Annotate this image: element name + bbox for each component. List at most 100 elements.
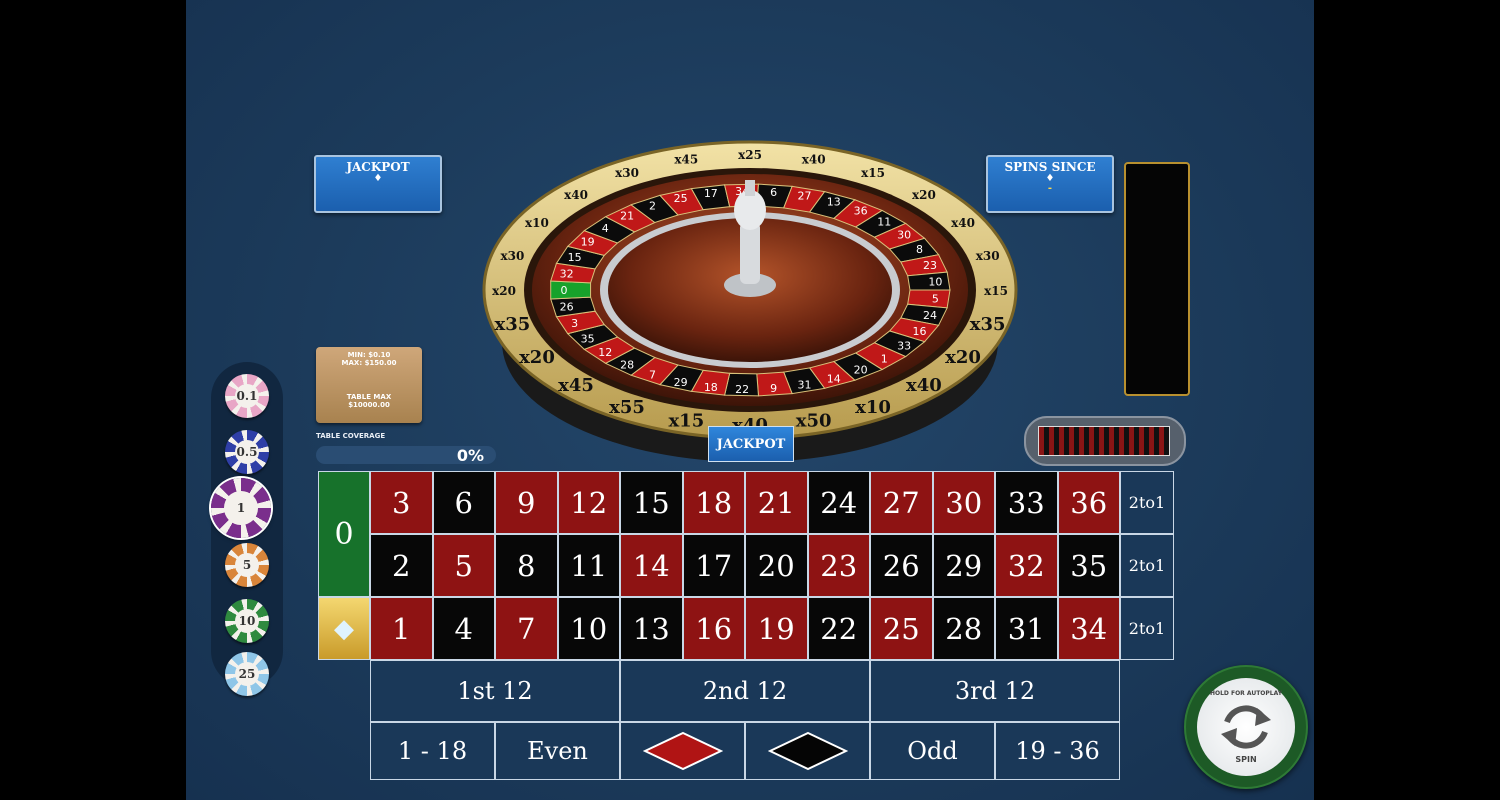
multiplier-label: x45 bbox=[674, 153, 698, 167]
column-bet-3[interactable]: 2to1 bbox=[1120, 597, 1174, 660]
diamond-jackpot-cell[interactable]: ◆ bbox=[318, 597, 370, 660]
table-max-value: $10000.00 bbox=[348, 401, 390, 409]
number-cell-24[interactable]: 24 bbox=[807, 471, 870, 534]
number-cell-5[interactable]: 5 bbox=[432, 534, 495, 597]
chip-0-5[interactable]: 0.5 bbox=[225, 430, 269, 474]
number-cell-31[interactable]: 31 bbox=[995, 597, 1058, 660]
number-cell-13[interactable]: 13 bbox=[620, 597, 683, 660]
spin-button-face: HOLD FOR AUTOPLAY SPIN bbox=[1197, 678, 1295, 776]
chip-1[interactable]: 1 bbox=[211, 478, 271, 538]
number-cell-25[interactable]: 25 bbox=[870, 597, 933, 660]
multiplier-label: x40 bbox=[564, 188, 588, 202]
jackpot-panel: JACKPOT ♦ bbox=[314, 155, 442, 213]
even-money-bet-odd[interactable]: Odd bbox=[870, 722, 995, 780]
wheel-pocket-number: 27 bbox=[797, 189, 811, 202]
dozen-bet-3[interactable]: 3rd 12 bbox=[870, 660, 1120, 722]
wheel-pocket-number: 20 bbox=[854, 364, 868, 377]
number-cell-33[interactable]: 33 bbox=[995, 471, 1058, 534]
number-cell-2[interactable]: 2 bbox=[370, 534, 433, 597]
number-cell-15[interactable]: 15 bbox=[620, 471, 683, 534]
chip-value: 0.5 bbox=[234, 439, 260, 465]
diamond-icon: ◆ bbox=[334, 613, 354, 644]
number-cell-16[interactable]: 16 bbox=[682, 597, 745, 660]
chip-0-1[interactable]: 0.1 bbox=[225, 374, 269, 418]
even-money-bet-1-18[interactable]: 1 - 18 bbox=[370, 722, 495, 780]
chip-10[interactable]: 10 bbox=[225, 599, 269, 643]
number-cell-30[interactable]: 30 bbox=[932, 471, 995, 534]
number-cell-17[interactable]: 17 bbox=[682, 534, 745, 597]
number-cell-20[interactable]: 20 bbox=[745, 534, 808, 597]
diamond-icon: ♦ bbox=[373, 173, 383, 184]
multiplier-label: x40 bbox=[906, 375, 942, 396]
column-bet-1[interactable]: 2to1 bbox=[1120, 471, 1174, 534]
multiplier-label: x10 bbox=[525, 216, 549, 230]
roulette-wheel: 5241633120143192218297281235326032151942… bbox=[482, 140, 1018, 462]
chip-25[interactable]: 25 bbox=[225, 652, 269, 696]
wheel-pocket-number: 36 bbox=[854, 204, 868, 217]
wheel-pocket-number: 30 bbox=[897, 229, 911, 242]
max-bet-text: MAX: $150.00 bbox=[341, 359, 397, 367]
wheel-pocket-number: 21 bbox=[620, 210, 634, 223]
wheel-jackpot-tab: JACKPOT bbox=[708, 426, 794, 462]
wheel-pocket-number: 14 bbox=[827, 372, 841, 385]
number-cell-23[interactable]: 23 bbox=[807, 534, 870, 597]
number-cell-26[interactable]: 26 bbox=[870, 534, 933, 597]
number-cell-22[interactable]: 22 bbox=[807, 597, 870, 660]
wheel-pocket-number: 6 bbox=[770, 186, 777, 199]
multiplier-label: x20 bbox=[519, 347, 555, 368]
number-cell-19[interactable]: 19 bbox=[745, 597, 808, 660]
wheel-pocket-number: 25 bbox=[674, 192, 688, 205]
column-bet-2[interactable]: 2to1 bbox=[1120, 534, 1174, 597]
wheel-pocket-number: 16 bbox=[912, 325, 926, 338]
wheel-pocket-number: 18 bbox=[704, 381, 718, 394]
multiplier-label: x45 bbox=[558, 375, 594, 396]
wheel-pocket-number: 24 bbox=[923, 309, 937, 322]
number-cell-32[interactable]: 32 bbox=[995, 534, 1058, 597]
chip-rack: 0.1 0.5 1 5 10 25 bbox=[211, 362, 283, 696]
chip-5[interactable]: 5 bbox=[225, 543, 269, 587]
chip-value: 10 bbox=[234, 608, 260, 634]
number-cell-4[interactable]: 4 bbox=[432, 597, 495, 660]
game-stage: JACKPOT ♦ SPINS SINCE ♦ - MIN: $0.10 MAX… bbox=[186, 0, 1314, 800]
zero-bet-cell[interactable]: 0 bbox=[318, 471, 370, 597]
spin-button[interactable]: HOLD FOR AUTOPLAY SPIN bbox=[1184, 665, 1308, 789]
number-cell-8[interactable]: 8 bbox=[495, 534, 558, 597]
wheel-pocket-number: 11 bbox=[877, 215, 891, 228]
multiplier-label: x15 bbox=[668, 410, 704, 431]
even-money-bet-19-36[interactable]: 19 - 36 bbox=[995, 722, 1120, 780]
number-cell-14[interactable]: 14 bbox=[620, 534, 683, 597]
number-cell-35[interactable]: 35 bbox=[1057, 534, 1120, 597]
red-bet-cell[interactable] bbox=[620, 722, 745, 780]
dozen-bet-1[interactable]: 1st 12 bbox=[370, 660, 620, 722]
multiplier-label: x30 bbox=[976, 249, 1000, 263]
number-cell-3[interactable]: 3 bbox=[370, 471, 433, 534]
number-cell-27[interactable]: 27 bbox=[870, 471, 933, 534]
number-cell-34[interactable]: 34 bbox=[1057, 597, 1120, 660]
multiplier-label: x35 bbox=[970, 314, 1006, 335]
number-cell-12[interactable]: 12 bbox=[557, 471, 620, 534]
table-max-label: TABLE MAX bbox=[346, 393, 392, 401]
wheel-pocket-number: 1 bbox=[881, 353, 888, 366]
wheel-pocket-number: 26 bbox=[560, 301, 574, 314]
table-limits-plaque: MIN: $0.10 MAX: $150.00 TABLE MAX $10000… bbox=[316, 347, 422, 423]
number-cell-29[interactable]: 29 bbox=[932, 534, 995, 597]
wheel-pocket-number: 2 bbox=[649, 200, 656, 213]
number-cell-6[interactable]: 6 bbox=[432, 471, 495, 534]
wheel-pocket-number: 9 bbox=[770, 382, 777, 395]
number-cell-10[interactable]: 10 bbox=[557, 597, 620, 660]
multiplier-label: x20 bbox=[945, 347, 981, 368]
number-cell-18[interactable]: 18 bbox=[682, 471, 745, 534]
number-cell-36[interactable]: 36 bbox=[1057, 471, 1120, 534]
dozen-bet-2[interactable]: 2nd 12 bbox=[620, 660, 870, 722]
number-cell-11[interactable]: 11 bbox=[557, 534, 620, 597]
racetrack-toggle-button[interactable] bbox=[1024, 416, 1186, 466]
number-cell-7[interactable]: 7 bbox=[495, 597, 558, 660]
number-cell-28[interactable]: 28 bbox=[932, 597, 995, 660]
black-bet-cell[interactable] bbox=[745, 722, 870, 780]
number-cell-9[interactable]: 9 bbox=[495, 471, 558, 534]
number-cell-21[interactable]: 21 bbox=[745, 471, 808, 534]
multiplier-label: x20 bbox=[492, 284, 516, 298]
number-cell-1[interactable]: 1 bbox=[370, 597, 433, 660]
multiplier-label: x30 bbox=[500, 249, 524, 263]
even-money-bet-even[interactable]: Even bbox=[495, 722, 620, 780]
